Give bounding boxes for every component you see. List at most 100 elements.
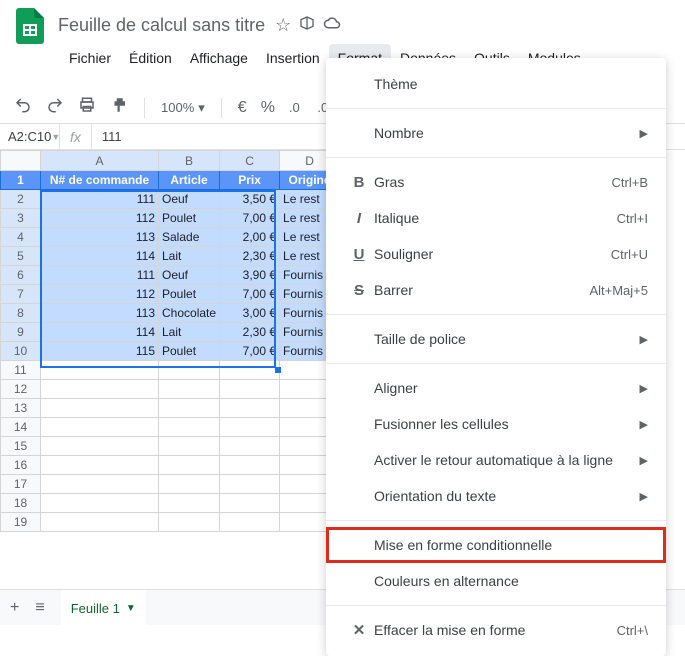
row-header[interactable]: 12	[1, 380, 41, 399]
menu-theme[interactable]: Thème	[326, 66, 666, 102]
all-sheets-icon[interactable]: ≡	[35, 599, 44, 617]
row-header[interactable]: 13	[1, 399, 41, 418]
cell[interactable]	[159, 437, 220, 456]
sheet-tab[interactable]: Feuille 1 ▼	[61, 590, 146, 625]
redo-icon[interactable]	[46, 96, 64, 119]
cell[interactable]	[159, 418, 220, 437]
cell[interactable]	[220, 494, 280, 513]
cell[interactable]	[159, 513, 220, 532]
menu-fichier[interactable]: Fichier	[60, 44, 120, 88]
menu-insertion[interactable]: Insertion	[257, 44, 329, 88]
decrease-decimal-icon[interactable]: .0	[289, 100, 303, 115]
col-header[interactable]: A	[41, 151, 159, 171]
menu-italic[interactable]: IItaliqueCtrl+I	[326, 200, 666, 236]
cell[interactable]: 7,00 €	[220, 285, 280, 304]
cell[interactable]: 7,00 €	[220, 342, 280, 361]
row-header[interactable]: 10	[1, 342, 41, 361]
cell[interactable]: Lait	[159, 247, 220, 266]
undo-icon[interactable]	[14, 96, 32, 119]
cell[interactable]	[159, 456, 220, 475]
menu-align[interactable]: Aligner▶	[326, 370, 666, 406]
cell[interactable]	[41, 361, 159, 380]
cell[interactable]: Oeuf	[159, 190, 220, 209]
doc-title[interactable]: Feuille de calcul sans titre	[58, 15, 265, 36]
menu-wrap[interactable]: Activer le retour automatique à la ligne…	[326, 442, 666, 478]
paint-format-icon[interactable]	[110, 96, 128, 119]
menu-strike[interactable]: SBarrerAlt+Maj+5	[326, 272, 666, 308]
row-header[interactable]: 16	[1, 456, 41, 475]
row-header[interactable]: 18	[1, 494, 41, 513]
row-header[interactable]: 19	[1, 513, 41, 532]
menu-rotate[interactable]: Orientation du texte▶	[326, 478, 666, 514]
cell[interactable]: 113	[41, 304, 159, 323]
menu-affichage[interactable]: Affichage	[181, 44, 257, 88]
cell[interactable]	[220, 513, 280, 532]
star-icon[interactable]: ☆	[275, 15, 291, 36]
header-cell[interactable]: N# de commande	[41, 171, 159, 190]
row-header[interactable]: 4	[1, 228, 41, 247]
cell[interactable]: 111	[41, 266, 159, 285]
row-header[interactable]: 14	[1, 418, 41, 437]
col-header[interactable]: C	[220, 151, 280, 171]
cell[interactable]: 113	[41, 228, 159, 247]
row-header[interactable]: 3	[1, 209, 41, 228]
sheets-logo[interactable]	[12, 8, 48, 44]
header-cell[interactable]: Prix	[220, 171, 280, 190]
cell[interactable]: 112	[41, 285, 159, 304]
cell[interactable]	[41, 399, 159, 418]
menu-édition[interactable]: Édition	[120, 44, 181, 88]
row-header[interactable]: 11	[1, 361, 41, 380]
menu-conditional-formatting[interactable]: Mise en forme conditionnelle	[326, 527, 666, 563]
menu-underline[interactable]: USoulignerCtrl+U	[326, 236, 666, 272]
row-header[interactable]: 9	[1, 323, 41, 342]
cell[interactable]: Salade	[159, 228, 220, 247]
cell[interactable]	[41, 513, 159, 532]
zoom-control[interactable]: 100% ▾	[161, 100, 205, 116]
cell[interactable]	[159, 380, 220, 399]
row-header[interactable]: 15	[1, 437, 41, 456]
print-icon[interactable]	[78, 96, 96, 119]
row-header[interactable]: 17	[1, 475, 41, 494]
cell[interactable]	[41, 418, 159, 437]
cell[interactable]: Poulet	[159, 209, 220, 228]
menu-merge[interactable]: Fusionner les cellules▶	[326, 406, 666, 442]
percent-icon[interactable]: %	[261, 99, 275, 117]
cell[interactable]: 2,00 €	[220, 228, 280, 247]
cell[interactable]: 115	[41, 342, 159, 361]
currency-icon[interactable]: €	[238, 99, 247, 117]
cell[interactable]	[220, 456, 280, 475]
row-header[interactable]: 2	[1, 190, 41, 209]
cell[interactable]: 112	[41, 209, 159, 228]
cell[interactable]: 2,30 €	[220, 323, 280, 342]
cell[interactable]: 111	[41, 190, 159, 209]
row-header[interactable]: 8	[1, 304, 41, 323]
cell[interactable]	[41, 437, 159, 456]
cell[interactable]	[220, 361, 280, 380]
cell[interactable]	[220, 399, 280, 418]
cell[interactable]	[159, 494, 220, 513]
row-header[interactable]: 7	[1, 285, 41, 304]
cell[interactable]	[159, 399, 220, 418]
menu-font-size[interactable]: Taille de police▶	[326, 321, 666, 357]
cell[interactable]: Oeuf	[159, 266, 220, 285]
cell[interactable]	[41, 380, 159, 399]
cell[interactable]	[41, 456, 159, 475]
row-header[interactable]: 1	[1, 171, 41, 190]
cell[interactable]	[220, 418, 280, 437]
cell[interactable]: Poulet	[159, 285, 220, 304]
cell[interactable]	[41, 494, 159, 513]
formula-input[interactable]: 111	[92, 129, 132, 144]
cell[interactable]	[220, 475, 280, 494]
cell[interactable]: Lait	[159, 323, 220, 342]
cell[interactable]: Poulet	[159, 342, 220, 361]
menu-bold[interactable]: BGrasCtrl+B	[326, 164, 666, 200]
cell[interactable]: Chocolate	[159, 304, 220, 323]
move-icon[interactable]	[299, 15, 315, 36]
cell[interactable]: 7,00 €	[220, 209, 280, 228]
add-sheet-icon[interactable]: +	[10, 599, 19, 617]
row-header[interactable]: 5	[1, 247, 41, 266]
cell[interactable]	[159, 475, 220, 494]
cell[interactable]: 3,90 €	[220, 266, 280, 285]
menu-number[interactable]: Nombre▶	[326, 115, 666, 151]
menu-alternating-colors[interactable]: Couleurs en alternance	[326, 563, 666, 599]
